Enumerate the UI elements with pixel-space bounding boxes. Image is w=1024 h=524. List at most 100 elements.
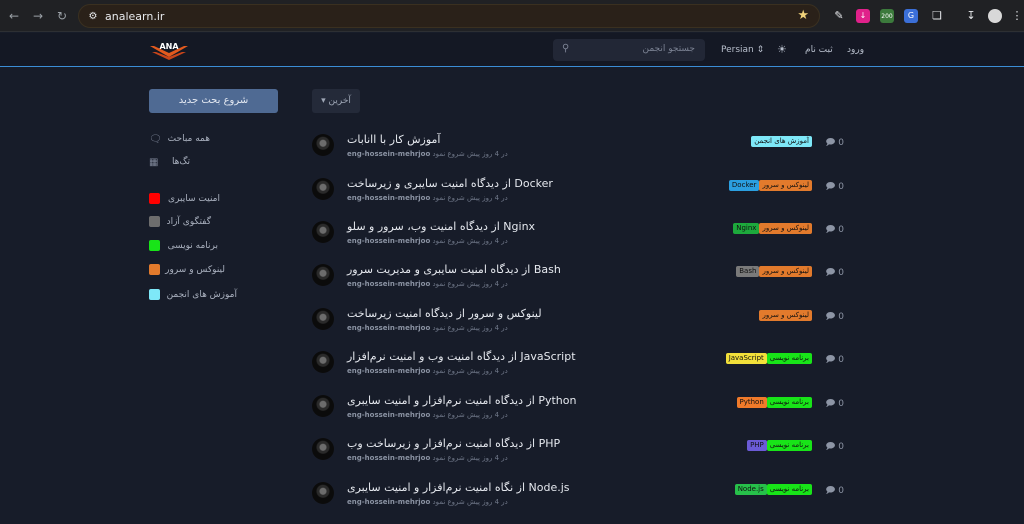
- avatar[interactable]: [312, 438, 334, 460]
- menu-icon[interactable]: ⋮: [1010, 9, 1024, 23]
- bookmark-star-icon[interactable]: ★: [797, 8, 809, 23]
- discussion-title[interactable]: از دیدگاه امنیت وب، سرور و سلو Nginx: [347, 220, 535, 233]
- tag-badge[interactable]: Nginx: [733, 223, 760, 234]
- start-time: در 4 روز پیش شروع نمود: [432, 498, 508, 506]
- tag-badge[interactable]: PHP: [747, 440, 767, 451]
- avatar[interactable]: [312, 221, 334, 243]
- sidebar-category-programming[interactable]: برنامه نویسی: [160, 241, 218, 251]
- tag-badge[interactable]: لینوکس و سرور: [759, 310, 812, 321]
- sidebar-category-chat[interactable]: گفتگوی آزاد: [160, 217, 211, 227]
- pen-icon[interactable]: ✎: [832, 9, 846, 23]
- extensions-icon[interactable]: ❏: [930, 9, 944, 23]
- search-input[interactable]: ⚲ جستجو انجمن: [553, 39, 705, 61]
- discussion-row[interactable]: از نگاه امنیت نرم‌افزار و امنیت سایبری N…: [312, 476, 844, 518]
- reply-number: 0: [838, 399, 844, 409]
- author-name[interactable]: eng-hossein-mehrjoo: [347, 454, 430, 462]
- comment-icon: 🗩: [825, 312, 836, 322]
- discussion-title[interactable]: لینوکس و سرور از دیدگاه امنیت زیرساخت: [347, 307, 542, 320]
- discussion-row[interactable]: از دیدگاه امنیت وب و امنیت نرم‌افزار Jav…: [312, 345, 844, 387]
- tag-badge[interactable]: برنامه نویسی: [766, 353, 812, 364]
- sidebar-category-tutorials[interactable]: آموزش های انجمن: [160, 290, 237, 300]
- tag-badge[interactable]: Python: [736, 397, 767, 408]
- tag-badge[interactable]: Bash: [736, 266, 760, 277]
- author-name[interactable]: eng-hossein-mehrjoo: [347, 324, 430, 332]
- site-logo[interactable]: ANA: [148, 40, 190, 60]
- discussion-title[interactable]: آموزش کار با اانابات: [347, 133, 440, 146]
- downloads-icon[interactable]: ↧: [964, 9, 978, 23]
- sort-dropdown[interactable]: ▾ آخرین: [312, 89, 360, 113]
- tag-list: آموزش های انجمن: [751, 136, 812, 147]
- login-link[interactable]: ورود: [847, 45, 864, 55]
- author-name[interactable]: eng-hossein-mehrjoo: [347, 498, 430, 506]
- discussion-meta: eng-hossein-mehrjoo در 4 روز پیش شروع نم…: [347, 280, 508, 288]
- avatar[interactable]: [312, 178, 334, 200]
- reply-number: 0: [838, 182, 844, 192]
- address-bar[interactable]: ⚙ analearn.ir ★: [78, 4, 820, 28]
- signup-link[interactable]: ثبت نام: [805, 45, 833, 55]
- discussion-title[interactable]: از دیدگاه امنیت سایبری و مدیریت سرور Bas…: [347, 263, 561, 276]
- discussion-row[interactable]: از دیدگاه امنیت سایبری و زیرساخت Docker e…: [312, 172, 844, 214]
- tag-badge[interactable]: برنامه نویسی: [766, 484, 812, 495]
- author-name[interactable]: eng-hossein-mehrjoo: [347, 411, 430, 419]
- comment-icon: 🗩: [825, 268, 836, 278]
- tag-badge[interactable]: Node.js: [734, 484, 767, 495]
- tag-badge[interactable]: لینوکس و سرور: [759, 180, 812, 191]
- discussion-row[interactable]: از دیدگاه امنیت نرم‌افزار و امنیت سایبری…: [312, 389, 844, 431]
- avatar[interactable]: [312, 482, 334, 504]
- download-ext-icon[interactable]: ↓: [856, 9, 870, 23]
- forward-icon[interactable]: →: [30, 8, 46, 24]
- tag-badge[interactable]: لینوکس و سرور: [759, 266, 812, 277]
- start-discussion-button[interactable]: شروع بحث جدید: [149, 89, 278, 113]
- search-icon: ⚲: [562, 43, 570, 54]
- discussion-row[interactable]: از دیدگاه امنیت نرم‌افزار و زیرساخت وب P…: [312, 432, 844, 474]
- discussion-title[interactable]: از دیدگاه امنیت نرم‌افزار و زیرساخت وب P…: [347, 437, 560, 450]
- tag-badge[interactable]: آموزش های انجمن: [751, 136, 812, 147]
- tag-badge[interactable]: برنامه نویسی: [766, 397, 812, 408]
- avatar[interactable]: [312, 134, 334, 156]
- discussion-title[interactable]: از نگاه امنیت نرم‌افزار و امنیت سایبری N…: [347, 481, 570, 494]
- author-name[interactable]: eng-hossein-mehrjoo: [347, 194, 430, 202]
- discussion-meta: eng-hossein-mehrjoo در 4 روز پیش شروع نم…: [347, 150, 508, 158]
- sidebar-item-tags[interactable]: تگ‌ها: [160, 157, 190, 167]
- author-name[interactable]: eng-hossein-mehrjoo: [347, 237, 430, 245]
- counter-ext-icon[interactable]: 200: [880, 9, 894, 23]
- avatar[interactable]: [312, 264, 334, 286]
- tag-badge[interactable]: JavaScript: [725, 353, 767, 364]
- sidebar-category-security[interactable]: امنیت سایبری: [160, 194, 220, 204]
- comment-icon: 🗩: [825, 399, 836, 409]
- discussion-row[interactable]: از دیدگاه امنیت وب، سرور و سلو Nginx eng-…: [312, 215, 844, 257]
- discussion-row[interactable]: از دیدگاه امنیت سایبری و مدیریت سرور Bas…: [312, 258, 844, 300]
- avatar[interactable]: [312, 395, 334, 417]
- start-time: در 4 روز پیش شروع نمود: [432, 367, 508, 375]
- avatar[interactable]: [312, 308, 334, 330]
- comment-icon: 🗩: [825, 138, 836, 148]
- category-swatch: [149, 216, 160, 227]
- author-name[interactable]: eng-hossein-mehrjoo: [347, 150, 430, 158]
- reload-icon[interactable]: ↻: [54, 8, 70, 24]
- discussion-row[interactable]: لینوکس و سرور از دیدگاه امنیت زیرساخت eng…: [312, 302, 844, 344]
- sort-label: آخرین: [328, 96, 351, 106]
- translate-icon[interactable]: G: [904, 9, 918, 23]
- avatar[interactable]: [312, 351, 334, 373]
- back-icon[interactable]: ←: [6, 8, 22, 24]
- tag-badge[interactable]: لینوکس و سرور: [759, 223, 812, 234]
- discussion-title[interactable]: از دیدگاه امنیت نرم‌افزار و امنیت سایبری…: [347, 394, 576, 407]
- author-name[interactable]: eng-hossein-mehrjoo: [347, 367, 430, 375]
- language-selector[interactable]: Persian ⇕: [721, 45, 764, 55]
- reply-count: 🗩 0: [825, 396, 844, 412]
- site-info-icon[interactable]: ⚙: [87, 11, 99, 23]
- discussion-title[interactable]: از دیدگاه امنیت سایبری و زیرساخت Docker: [347, 177, 553, 190]
- reply-number: 0: [838, 138, 844, 148]
- theme-toggle-icon[interactable]: ☀: [777, 43, 787, 56]
- author-name[interactable]: eng-hossein-mehrjoo: [347, 280, 430, 288]
- tag-badge[interactable]: برنامه نویسی: [766, 440, 812, 451]
- profile-avatar[interactable]: [988, 9, 1002, 23]
- tag-badge[interactable]: Docker: [728, 180, 760, 191]
- sidebar-category-linux[interactable]: لینوکس و سرور: [160, 265, 225, 275]
- discussion-title[interactable]: از دیدگاه امنیت وب و امنیت نرم‌افزار Jav…: [347, 350, 576, 363]
- language-label: Persian: [721, 45, 754, 55]
- discussion-row[interactable]: آموزش کار با اانابات eng-hossein-mehrjoo …: [312, 128, 844, 170]
- category-swatch: [149, 193, 160, 204]
- tag-list: لینوکس و سرور: [759, 310, 812, 321]
- sidebar-item-all[interactable]: همه مباحث: [160, 134, 210, 144]
